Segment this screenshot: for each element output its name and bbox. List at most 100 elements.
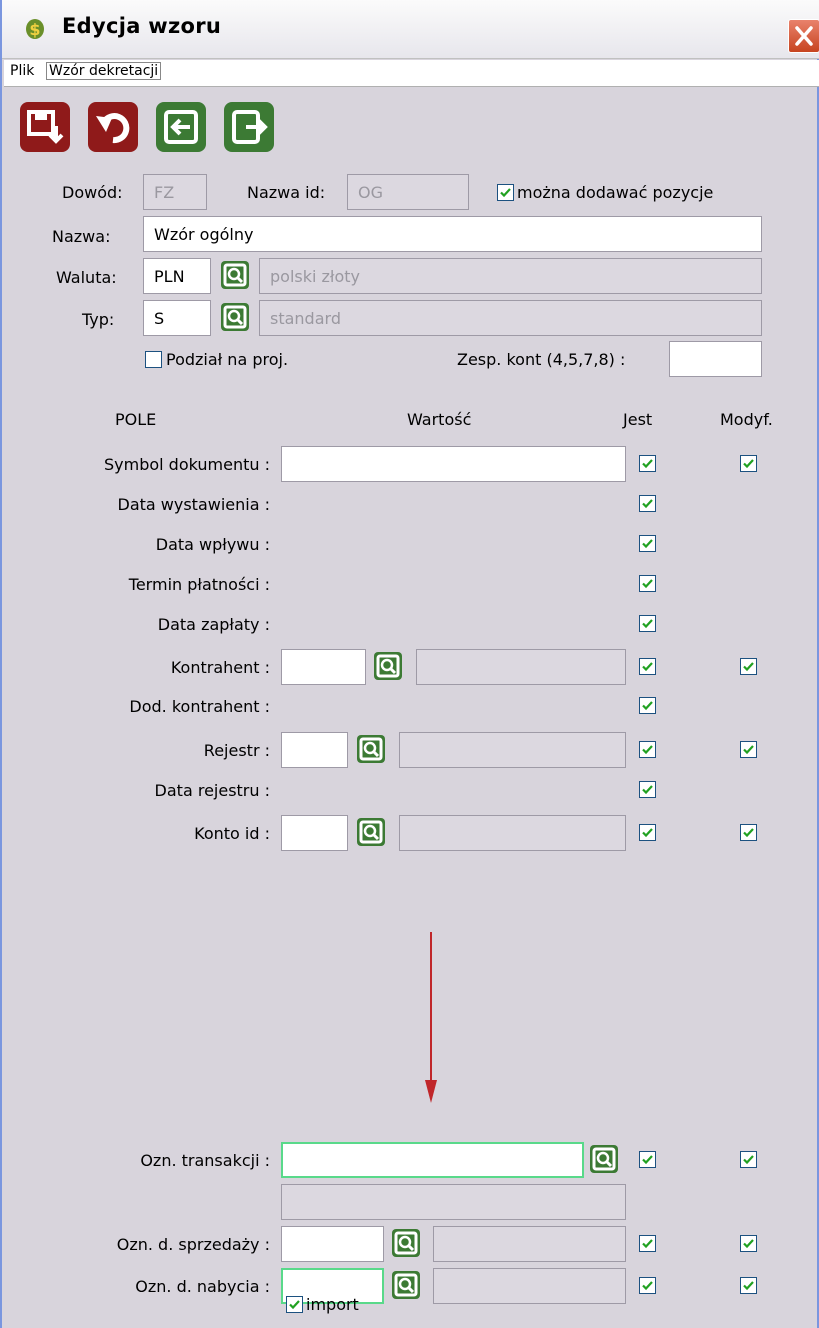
waluta-code-field[interactable]: PLN xyxy=(143,258,211,294)
main-window: $ Edycja wzoru Plik Wzór dekretacji Dowó… xyxy=(0,0,819,1328)
typ-label: Typ: xyxy=(82,310,115,329)
row-lookup-button[interactable] xyxy=(357,818,385,846)
save-button[interactable] xyxy=(20,102,70,152)
jest-checkbox[interactable] xyxy=(639,615,656,632)
exit-icon xyxy=(232,110,268,144)
close-icon xyxy=(795,26,813,46)
row-label: Rejestr : xyxy=(203,741,270,760)
zesp-kont-field[interactable] xyxy=(669,341,762,377)
close-button[interactable] xyxy=(788,19,819,53)
row-label: Termin płatności : xyxy=(128,575,270,594)
row-label: Dod. kontrahent : xyxy=(129,697,270,716)
checkmark-icon xyxy=(642,745,653,755)
row-value-field[interactable] xyxy=(281,1142,584,1178)
dowod-label: Dowód: xyxy=(62,183,123,202)
nazwa-field[interactable]: Wzór ogólny xyxy=(143,216,762,252)
row-lookup-button[interactable] xyxy=(357,735,385,763)
checkmark-icon xyxy=(642,1155,653,1165)
checkmark-icon xyxy=(642,539,653,549)
row-label: Ozn. d. nabycia : xyxy=(135,1277,270,1296)
menu-bar: Plik Wzór dekretacji xyxy=(4,60,819,87)
waluta-lookup-button[interactable] xyxy=(221,261,249,289)
jest-checkbox[interactable] xyxy=(639,495,656,512)
jest-checkbox[interactable] xyxy=(639,697,656,714)
nazwa-id-label: Nazwa id: xyxy=(247,183,326,202)
waluta-label: Waluta: xyxy=(56,268,117,287)
checkmark-icon xyxy=(289,1300,300,1310)
row-lookup-button[interactable] xyxy=(590,1145,618,1173)
zesp-kont-label: Zesp. kont (4,5,7,8) : xyxy=(457,350,626,369)
nazwa-label: Nazwa: xyxy=(52,227,111,246)
dowod-field[interactable]: FZ xyxy=(143,174,207,210)
jest-checkbox[interactable] xyxy=(639,781,656,798)
window-title: Edycja wzoru xyxy=(62,14,222,38)
col-pole: POLE xyxy=(115,410,157,429)
row-value-field[interactable] xyxy=(281,649,366,685)
typ-code-field[interactable]: S xyxy=(143,300,211,336)
magnifier-icon xyxy=(359,737,383,761)
jest-checkbox[interactable] xyxy=(639,455,656,472)
modyf-checkbox[interactable] xyxy=(740,824,757,841)
magnifier-icon xyxy=(223,305,247,329)
row-description-field[interactable] xyxy=(399,815,626,851)
modyf-checkbox[interactable] xyxy=(740,1277,757,1294)
row-label: Ozn. transakcji : xyxy=(140,1151,270,1170)
row-lookup-button[interactable] xyxy=(392,1229,420,1257)
checkmark-icon xyxy=(642,579,653,589)
import-button[interactable] xyxy=(156,102,206,152)
modyf-checkbox[interactable] xyxy=(740,1235,757,1252)
add-positions-label: można dodawać pozycje xyxy=(517,183,714,202)
import-label: import xyxy=(306,1295,359,1314)
row-description-field[interactable] xyxy=(416,649,626,685)
row-value-field[interactable] xyxy=(281,732,348,768)
jest-checkbox[interactable] xyxy=(639,741,656,758)
magnifier-icon xyxy=(394,1231,418,1255)
row-label: Data rejestru : xyxy=(154,781,270,800)
checkmark-icon xyxy=(642,662,653,672)
jest-checkbox[interactable] xyxy=(639,535,656,552)
row-value-field[interactable] xyxy=(281,815,348,851)
row-description-field[interactable] xyxy=(433,1268,626,1304)
jest-checkbox[interactable] xyxy=(639,1277,656,1294)
jest-checkbox[interactable] xyxy=(639,824,656,841)
col-wartosc: Wartość xyxy=(407,410,472,429)
checkmark-icon xyxy=(642,499,653,509)
typ-name-field[interactable]: standard xyxy=(259,300,762,336)
title-bar: $ Edycja wzoru xyxy=(2,0,819,59)
modyf-checkbox[interactable] xyxy=(740,741,757,758)
row-value-field[interactable] xyxy=(281,1226,384,1262)
modyf-checkbox[interactable] xyxy=(740,1151,757,1168)
checkmark-icon xyxy=(743,745,754,755)
nazwa-id-field[interactable]: OG xyxy=(347,174,469,210)
row-label: Ozn. d. sprzedaży : xyxy=(116,1235,270,1254)
checkmark-icon xyxy=(743,828,754,838)
magnifier-icon xyxy=(376,654,400,678)
jest-checkbox[interactable] xyxy=(639,1151,656,1168)
row-value-field[interactable] xyxy=(281,446,626,482)
transaction-description-field[interactable] xyxy=(281,1184,626,1220)
row-label: Konto id : xyxy=(194,824,270,843)
enter-icon xyxy=(164,110,198,144)
row-lookup-button[interactable] xyxy=(392,1271,420,1299)
row-lookup-button[interactable] xyxy=(374,652,402,680)
podzial-checkbox[interactable] xyxy=(145,351,162,368)
menu-wzor-dekretacji[interactable]: Wzór dekretacji xyxy=(46,62,162,80)
typ-lookup-button[interactable] xyxy=(221,303,249,331)
row-description-field[interactable] xyxy=(399,732,626,768)
menu-plik[interactable]: Plik xyxy=(10,63,34,79)
jest-checkbox[interactable] xyxy=(639,1235,656,1252)
modyf-checkbox[interactable] xyxy=(740,455,757,472)
jest-checkbox[interactable] xyxy=(639,575,656,592)
modyf-checkbox[interactable] xyxy=(740,658,757,675)
dollar-leaf-icon: $ xyxy=(24,16,46,40)
jest-checkbox[interactable] xyxy=(639,658,656,675)
import-checkbox[interactable] xyxy=(286,1296,303,1313)
row-label: Data zapłaty : xyxy=(157,615,270,634)
checkmark-icon xyxy=(743,1155,754,1165)
waluta-name-field[interactable]: polski złoty xyxy=(259,258,762,294)
add-positions-checkbox[interactable] xyxy=(497,184,514,201)
export-button[interactable] xyxy=(224,102,274,152)
row-description-field[interactable] xyxy=(433,1226,626,1262)
undo-button[interactable] xyxy=(88,102,138,152)
row-label: Symbol dokumentu : xyxy=(103,455,270,474)
